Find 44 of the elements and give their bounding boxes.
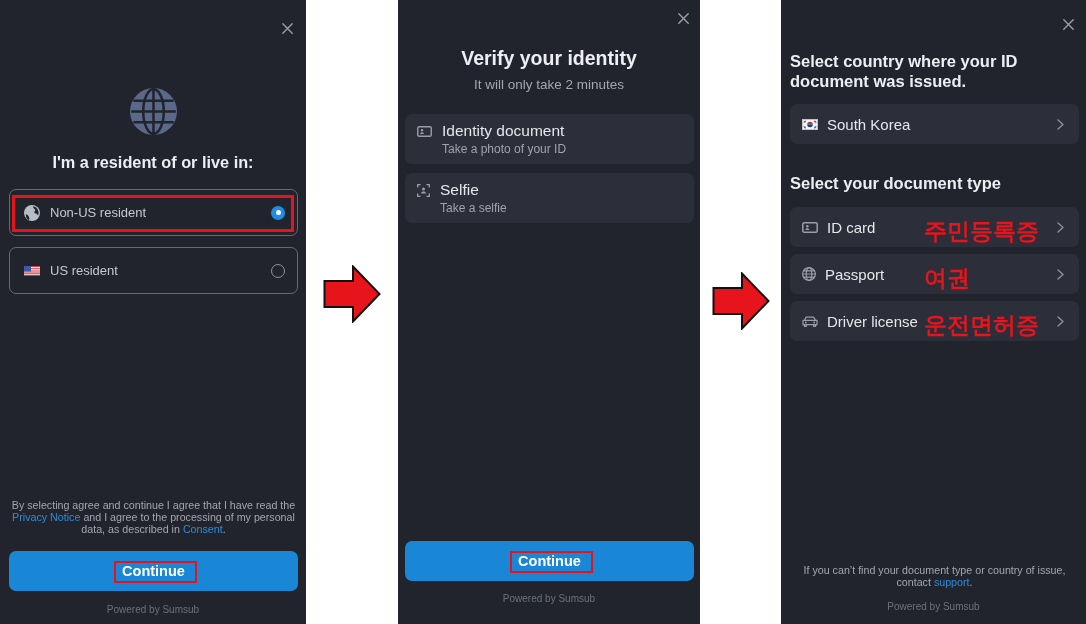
resident-option[interactable]: Non-US resident (9, 189, 298, 236)
help-text: If you can’t find your document type or country of issue, contact support. (802, 564, 1067, 588)
country-select[interactable]: South Korea (790, 104, 1079, 144)
chevron-right-icon (1057, 268, 1064, 280)
consent-text: By selecting agree and continue I agree that I have read the Privacy Notice and I agree to the processing of my personal data, as described in Consent. (10, 499, 297, 535)
text-link[interactable]: Consent (182, 523, 223, 535)
chevron-right-icon (1057, 118, 1064, 130)
globe-icon (802, 267, 816, 281)
korea-flag-icon (802, 118, 818, 130)
screen-subheading: It will only take 2 minutes (472, 76, 626, 94)
continue-button[interactable]: Continue (9, 551, 298, 591)
section-heading: Select country where your ID document was issued. (789, 51, 1019, 91)
text-link[interactable]: Privacy Notice (12, 511, 81, 523)
car-icon (802, 315, 818, 327)
step-subtitle: Take a selfie (440, 201, 507, 215)
continue-button[interactable]: Continue (405, 541, 694, 581)
screen-heading: I'm a resident of or live in: (51, 152, 255, 173)
id-card-icon (417, 126, 432, 137)
screen-heading: Verify your identity (460, 46, 638, 71)
right-arrow-icon (711, 272, 770, 330)
chevron-right-icon (1057, 221, 1064, 233)
annotation-text: 운전면허증 (924, 311, 1039, 339)
right-arrow-icon (323, 265, 381, 323)
powered-by-text: Powered by Sumsub (886, 600, 981, 614)
earth-icon (24, 204, 40, 221)
globe-icon (129, 88, 177, 135)
annotation-text: 여권 (924, 264, 970, 292)
powered-by-text: Powered by Sumsub (105, 603, 201, 617)
section-heading: Select your document type (789, 173, 1002, 193)
id-card-icon (802, 221, 818, 233)
resident-option[interactable]: US resident (9, 247, 298, 294)
powered-by-text: Powered by Sumsub (501, 592, 597, 606)
close-icon[interactable] (1063, 19, 1074, 30)
close-icon[interactable] (282, 23, 293, 34)
step-title: Identity document (442, 123, 565, 139)
step-title: Selfie (440, 182, 479, 198)
close-icon[interactable] (678, 13, 689, 24)
chevron-right-icon (1057, 315, 1064, 327)
radio-button[interactable] (271, 205, 285, 220)
selfie-frame-icon (417, 184, 430, 197)
us-flag-icon (24, 265, 40, 276)
annotation-text: 주민등록증 (924, 217, 1039, 245)
step-subtitle: Take a photo of your ID (442, 142, 567, 156)
text-link[interactable]: support (933, 576, 970, 588)
